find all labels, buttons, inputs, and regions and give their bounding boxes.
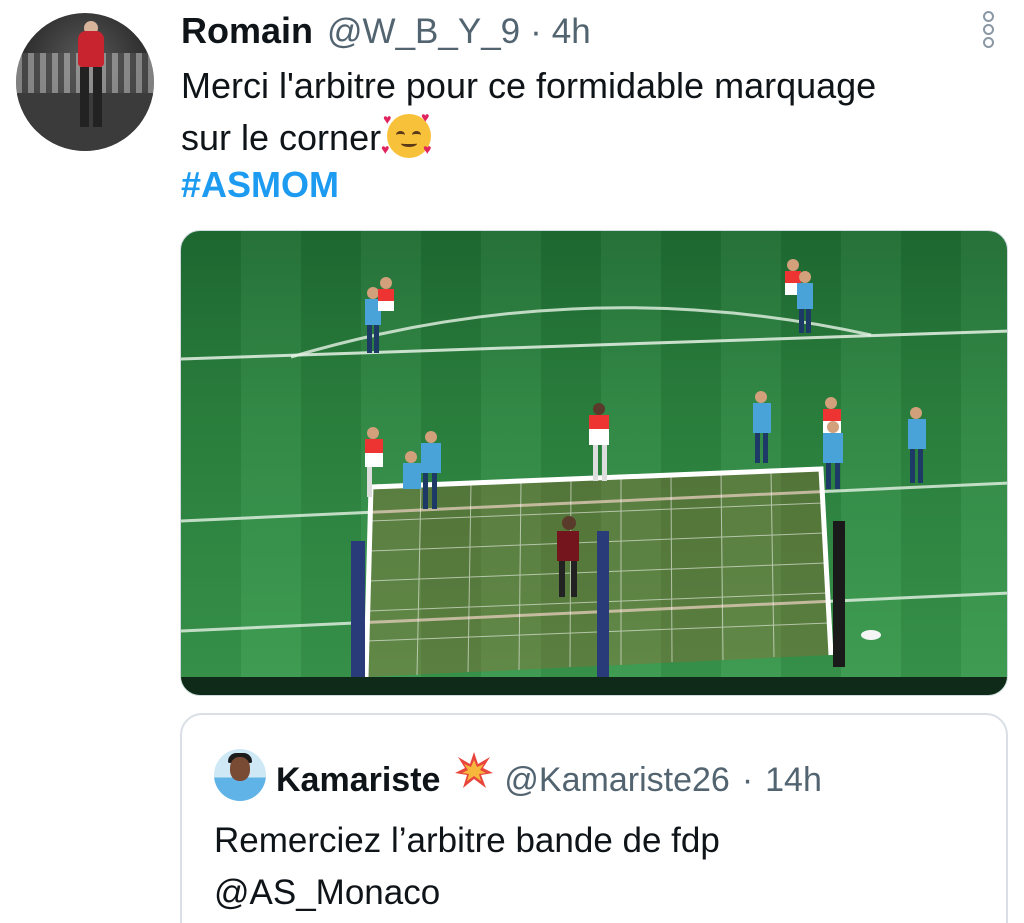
quoted-meta-separator: · — [741, 761, 754, 799]
tweet-text-line2-wrap: sur le corner ♥ ♥ ♥ ♥ — [181, 110, 1001, 164]
quoted-author-handle[interactable]: @Kamariste26 — [504, 761, 729, 800]
quoted-tweet-time[interactable]: 14h — [765, 761, 822, 800]
tweet-time[interactable]: 4h — [552, 12, 591, 52]
author-handle[interactable]: @W_B_Y_9 — [327, 12, 520, 52]
football-pitch-graphic — [181, 259, 1007, 695]
avatar-legs — [80, 67, 102, 127]
tweet-text-line2: sur le corner — [181, 117, 382, 158]
quoted-author-name[interactable]: Kamariste — [276, 761, 440, 800]
quoted-mention-link[interactable]: @AS_Monaco — [214, 867, 720, 919]
author-name[interactable]: Romain — [181, 10, 313, 52]
quoted-tweet-header: Kamariste @Kamariste26 · 14h — [276, 751, 822, 800]
emoji-heart: ♥ — [423, 141, 432, 157]
more-dot — [982, 37, 994, 48]
tweet-header: Romain @W_B_Y_9 · 4h — [181, 10, 591, 54]
quoted-text-line1: Remerciez l’arbitre bande de fdp — [214, 821, 720, 860]
emoji-mouth — [401, 140, 418, 147]
hashtag-link[interactable]: #ASMOM — [181, 164, 339, 206]
quoted-tweet-text: Remerciez l’arbitre bande de fdp @AS_Mon… — [214, 815, 720, 919]
more-dot — [982, 11, 994, 22]
quoted-tweet-card[interactable]: Kamariste @Kamariste26 · 14h Remerciez l… — [180, 713, 1008, 923]
more-dot — [982, 24, 994, 35]
more-vertical-icon[interactable] — [976, 10, 1000, 50]
quoted-author-avatar[interactable] — [214, 749, 266, 801]
meta-separator: · — [530, 12, 542, 51]
tweet-media-image[interactable] — [180, 230, 1008, 696]
collision-icon — [455, 752, 494, 788]
avatar-figure — [78, 31, 104, 67]
avatar-face — [230, 757, 250, 781]
tweet-text-line1: Merci l'arbitre pour ce formidable marqu… — [181, 65, 877, 106]
author-avatar[interactable] — [16, 13, 154, 151]
emoji-heart: ♥ — [383, 111, 392, 127]
tweet-text: Merci l'arbitre pour ce formidable marqu… — [181, 60, 1001, 164]
emoji-heart: ♥ — [421, 109, 430, 125]
emoji-heart: ♥ — [381, 141, 390, 157]
smiling-face-with-hearts-icon: ♥ ♥ ♥ ♥ — [381, 110, 432, 158]
